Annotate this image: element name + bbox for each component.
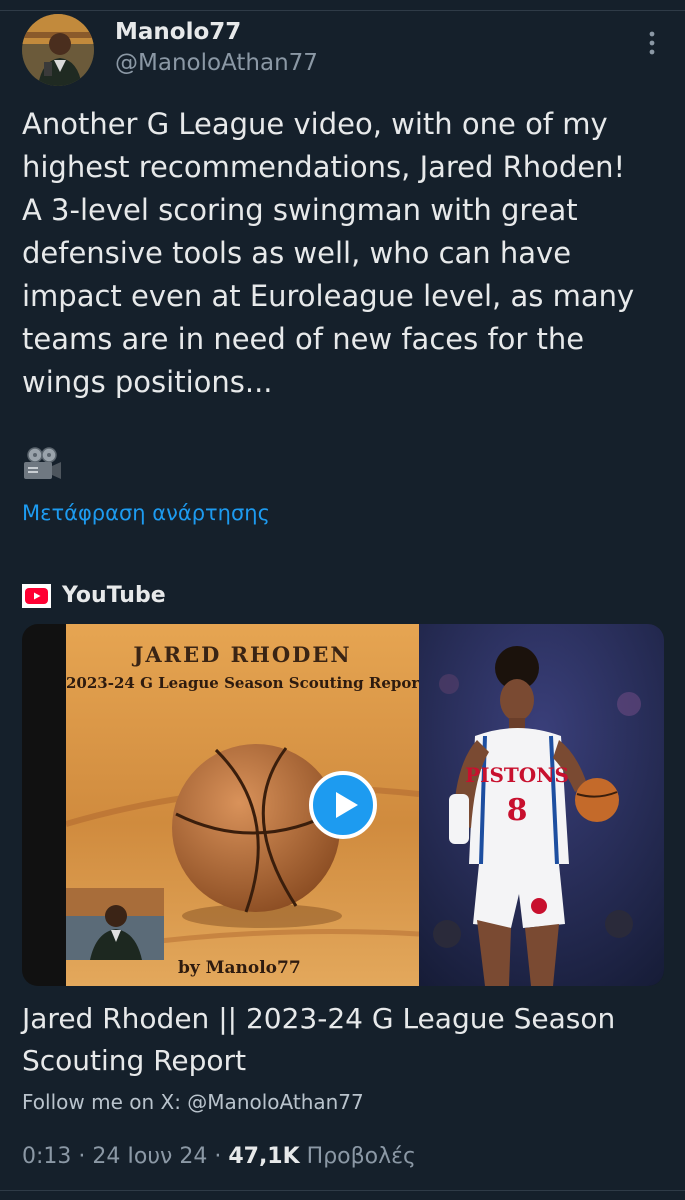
video-thumbnail[interactable]: JARED RHODEN 2023-24 G League Season Sco… [22,624,664,986]
movie-camera-icon [24,447,61,479]
card-source-label[interactable]: YouTube [62,583,166,608]
translate-post-link[interactable]: Μετάφραση ανάρτησης [22,501,270,525]
tweet-meta: 0:13 · 24 Ιουν 24 · 47,1K Προβολές [22,1144,416,1169]
author-handle[interactable]: @ManoloAthan77 [115,50,318,76]
jersey-number-text: 8 [507,793,528,828]
bottom-divider [0,1190,685,1191]
views-label: Προβολές [306,1144,416,1169]
thumbnail-byline: by Manolo77 [178,958,301,978]
thumbnail-title-line1: JARED RHODEN [133,642,352,667]
video-title[interactable]: Jared Rhoden || 2023-24 G League Season … [22,998,662,1082]
author-display-name[interactable]: Manolo77 [115,19,241,45]
meta-separator: · [207,1144,229,1169]
top-divider [0,10,685,11]
tweet-date[interactable]: 24 Ιουν 24 [92,1144,207,1169]
jersey-team-text: PISTONS [465,763,569,787]
tweet-time[interactable]: 0:13 [22,1144,71,1169]
meta-separator: · [71,1144,93,1169]
tweet-header: Manolo77 @ManoloAthan77 [22,14,663,90]
views-count: 47,1K [228,1144,300,1169]
avatar[interactable] [22,14,94,86]
play-button[interactable] [308,770,378,840]
youtube-icon [22,584,51,608]
thumbnail-player-photo: PISTONS 8 [419,624,664,986]
tweet-text: Another G League video, with one of my h… [22,107,635,399]
video-description: Follow me on X: @ManoloAthan77 [22,1090,364,1114]
thumbnail-title-line2: 2023-24 G League Season Scouting Report [66,674,427,692]
more-options-icon[interactable] [647,30,657,56]
